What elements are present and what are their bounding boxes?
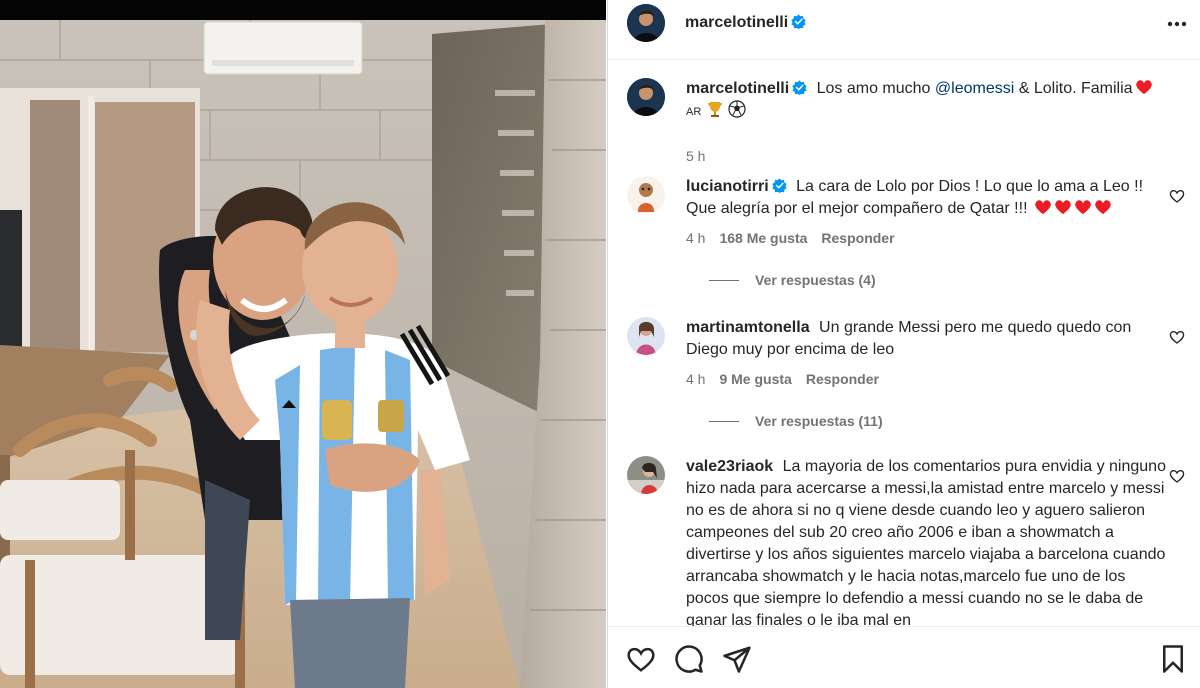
caption-time[interactable]: 5 h: [686, 148, 705, 164]
comment-text: vale23riaok La mayoria de los comentario…: [686, 456, 1166, 626]
replies-divider-line: [709, 420, 739, 422]
post-caption: marcelotinelli Los amo mucho @leomessi &…: [627, 78, 1187, 164]
trophy-emoji-icon: [707, 102, 722, 117]
caption-author-avatar[interactable]: [627, 78, 665, 116]
commenter-username[interactable]: lucianotirri: [686, 178, 787, 195]
comments-list[interactable]: marcelotinelli Los amo mucho @leomessi &…: [608, 61, 1200, 626]
post-side-panel: marcelotinelli marcelotinelli Los amo mu…: [607, 0, 1200, 688]
caption-body: Los amo mucho: [816, 80, 931, 97]
reply-button[interactable]: Responder: [821, 230, 894, 246]
caption-text: marcelotinelli Los amo mucho @leomessi &…: [686, 78, 1166, 123]
comment-bubble-icon[interactable]: [674, 644, 704, 674]
commenter-username[interactable]: vale23riaok: [686, 458, 773, 475]
comment-text: martinamtonella Un grande Messi pero me …: [686, 317, 1166, 361]
comment-text: lucianotirri La cara de Lolo por Dios ! …: [686, 176, 1166, 220]
comment-like-heart-icon[interactable]: [1169, 329, 1185, 345]
view-replies-label[interactable]: Ver respuestas (11): [755, 413, 883, 429]
comment-likes-count[interactable]: 9 Me gusta: [719, 371, 791, 387]
view-replies-label[interactable]: Ver respuestas (4): [755, 272, 876, 288]
verified-badge-icon: [792, 80, 807, 95]
comment-time[interactable]: 4 h: [686, 230, 705, 246]
paper-plane-icon[interactable]: [722, 644, 752, 674]
view-replies-button[interactable]: Ver respuestas (4): [709, 272, 876, 288]
commenter-avatar[interactable]: [627, 317, 665, 355]
soccer-ball-emoji-icon: [728, 100, 746, 118]
post-header: marcelotinelli: [608, 0, 1200, 60]
more-horizontal-icon[interactable]: [1165, 12, 1189, 36]
view-replies-button[interactable]: Ver respuestas (11): [709, 413, 883, 429]
red-heart-emoji-icon: [1035, 200, 1051, 215]
caption-author-username[interactable]: marcelotinelli: [686, 80, 807, 97]
post-photo[interactable]: [0, 0, 606, 688]
red-heart-emoji-icon: [1135, 80, 1152, 95]
bookmark-icon[interactable]: [1158, 644, 1188, 674]
verified-badge-icon: [772, 178, 787, 193]
author-username[interactable]: marcelotinelli: [685, 14, 806, 32]
comment-likes-count[interactable]: 168 Me gusta: [719, 230, 807, 246]
caption-meta: 5 h: [686, 148, 705, 164]
comment-item: lucianotirri La cara de Lolo por Dios ! …: [627, 176, 1187, 296]
comment-body: La mayoria de los comentarios pura envid…: [686, 458, 1166, 626]
caption-mention-link[interactable]: @leomessi: [935, 80, 1014, 97]
comment-item: martinamtonella Un grande Messi pero me …: [627, 317, 1187, 437]
reply-button[interactable]: Responder: [806, 371, 879, 387]
comment-meta: 4 h 168 Me gusta Responder: [686, 230, 895, 246]
commenter-avatar[interactable]: [627, 456, 665, 494]
comment-like-heart-icon[interactable]: [1169, 468, 1185, 484]
verified-badge-icon: [791, 14, 806, 29]
red-heart-emoji-icon: [1095, 200, 1111, 215]
author-avatar[interactable]: [627, 4, 665, 42]
red-heart-emoji-icon: [1055, 200, 1071, 215]
comment-meta: 4 h 9 Me gusta Responder: [686, 371, 879, 387]
replies-divider-line: [709, 279, 739, 281]
heart-icon[interactable]: [626, 644, 656, 674]
caption-flag-text: AR: [686, 106, 702, 118]
comment-time[interactable]: 4 h: [686, 371, 705, 387]
comment-item: vale23riaok La mayoria de los comentario…: [627, 456, 1187, 626]
caption-body-rest: & Lolito. Familia: [1018, 80, 1133, 97]
commenter-avatar[interactable]: [627, 176, 665, 214]
red-heart-emoji-icon: [1075, 200, 1091, 215]
post-action-bar: [608, 626, 1200, 688]
photo-illustration: [0, 0, 606, 688]
comment-like-heart-icon[interactable]: [1169, 188, 1185, 204]
author-username-text[interactable]: marcelotinelli: [685, 14, 788, 31]
commenter-username[interactable]: martinamtonella: [686, 319, 810, 336]
